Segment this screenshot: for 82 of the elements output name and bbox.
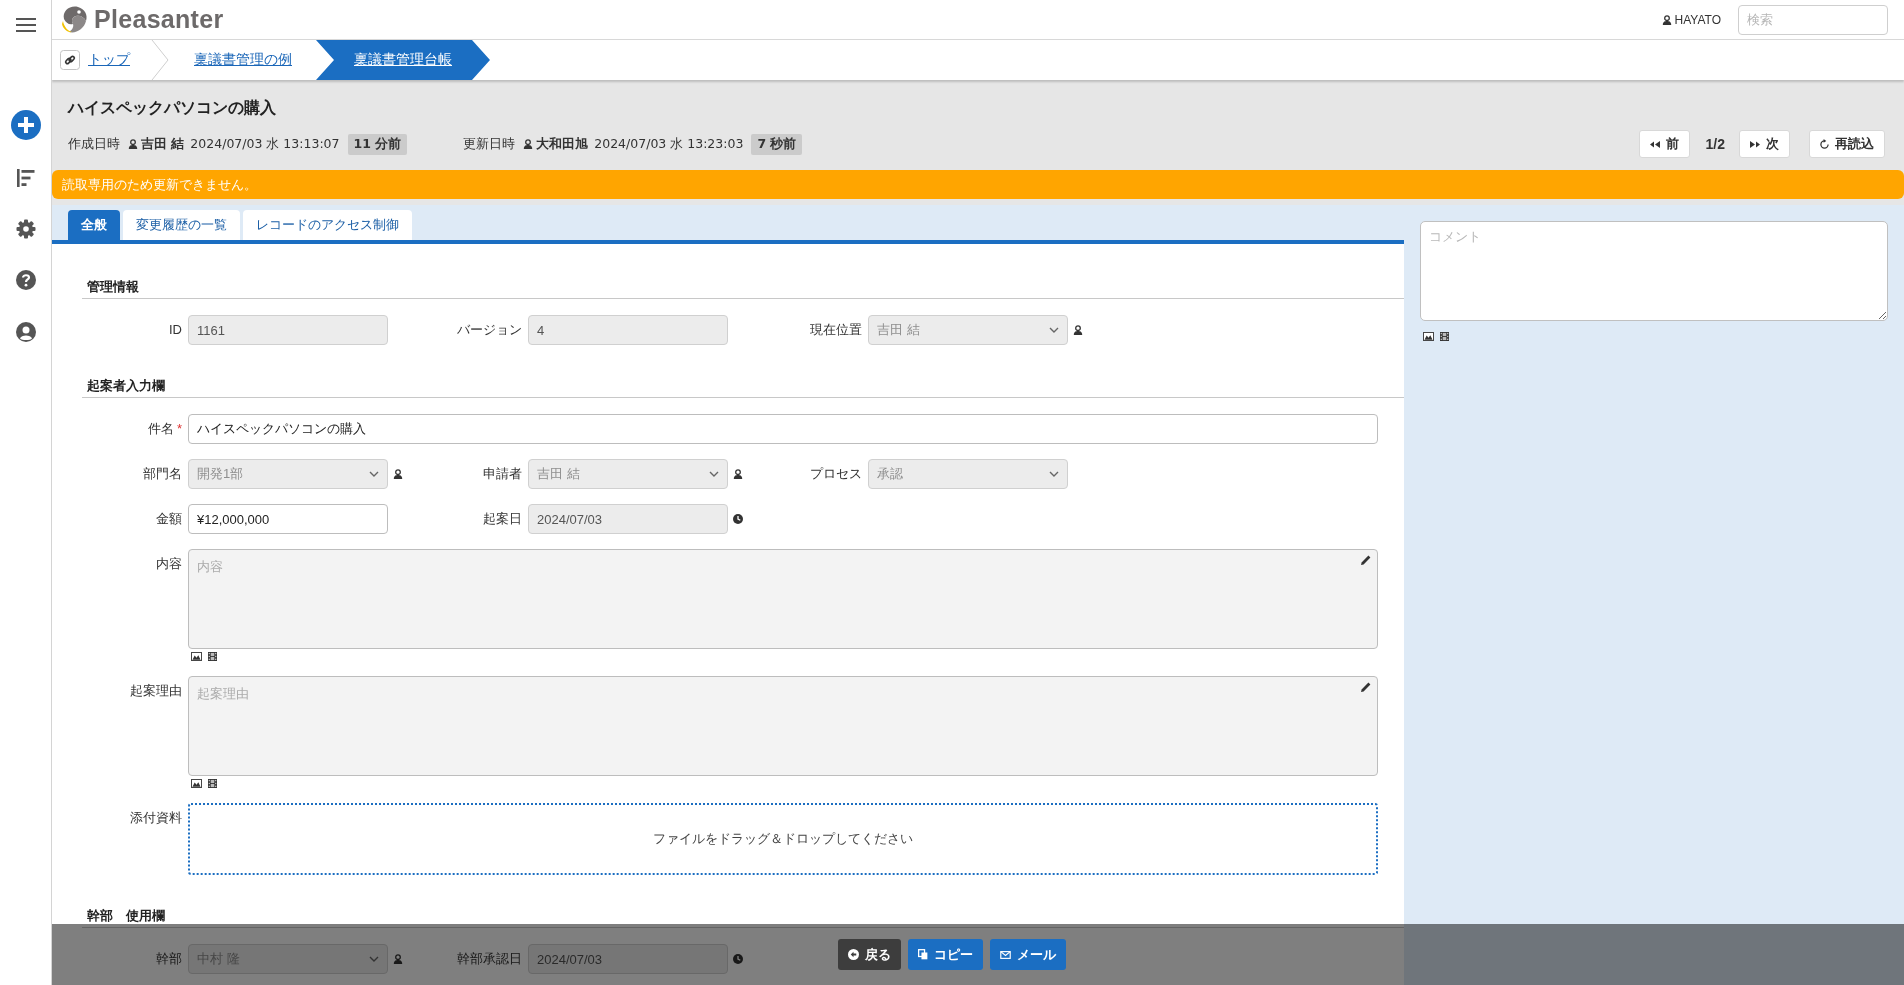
- field-label: 添付資料: [130, 810, 182, 825]
- image-icon[interactable]: [1423, 331, 1434, 341]
- field-label: 部門名: [143, 466, 182, 481]
- app-logo-text[interactable]: Pleasanter: [94, 5, 224, 34]
- section-heading: 起案者入力欄: [82, 377, 1404, 398]
- clock-icon[interactable]: [733, 514, 743, 524]
- record-title: ハイスペックパソコンの購入: [66, 98, 277, 118]
- reload-icon: [1820, 138, 1829, 150]
- required-mark: *: [176, 421, 182, 436]
- text-field[interactable]: ハイスペックパソコンの購入: [188, 414, 1378, 444]
- pencil-icon[interactable]: [1361, 555, 1371, 565]
- breadcrumb-link[interactable]: トップ: [88, 51, 150, 69]
- user-name[interactable]: HAYATO: [1674, 12, 1721, 27]
- previous-button[interactable]: 前: [1638, 130, 1690, 158]
- mail-icon: [1000, 950, 1011, 959]
- timestamp: 2024/07/03 水 13:13:07: [190, 135, 340, 153]
- field-label: 現在位置: [810, 322, 862, 337]
- film-icon[interactable]: [208, 778, 217, 788]
- image-icon[interactable]: [191, 778, 202, 788]
- film-icon[interactable]: [1440, 331, 1449, 341]
- reload-button[interactable]: 再読込: [1809, 130, 1885, 158]
- user-icon[interactable]: [733, 469, 743, 479]
- record-position: 1/2: [1705, 136, 1725, 152]
- image-icon[interactable]: [191, 651, 202, 661]
- film-icon[interactable]: [208, 651, 217, 661]
- breadcrumb-link[interactable]: 稟議書管理台帳: [316, 40, 490, 80]
- double-right-arrow-icon: [1750, 140, 1760, 148]
- settings-icon[interactable]: [15, 219, 36, 239]
- add-icon[interactable]: [10, 110, 41, 140]
- breadcrumb-link[interactable]: 稟議書管理の例: [170, 51, 316, 69]
- back-button[interactable]: 戻る: [838, 939, 901, 970]
- chevron-down-icon: [369, 956, 379, 962]
- pencil-icon[interactable]: [1361, 682, 1371, 692]
- chevron-down-icon: [1049, 327, 1059, 333]
- field-label: 起案日: [483, 511, 522, 526]
- field-label: 起案理由: [130, 683, 182, 698]
- meta-label: 作成日時: [68, 135, 120, 153]
- elapsed-time-badge: 7 秒前: [751, 133, 803, 155]
- field-label: 幹部: [156, 951, 182, 966]
- field-label: 件名: [147, 421, 174, 436]
- user-name: 大和田旭: [536, 135, 589, 153]
- user-icon[interactable]: [1073, 325, 1083, 335]
- field-label: 内容: [156, 556, 182, 571]
- elapsed-time-badge: 11 分前: [347, 133, 408, 155]
- section-heading: 幹部 使用欄: [82, 907, 1404, 928]
- back-arrow-icon: [848, 949, 859, 960]
- section-heading: 管理情報: [82, 278, 1404, 299]
- text-field[interactable]: ¥12,000,000: [188, 504, 388, 534]
- account-icon[interactable]: [15, 322, 36, 342]
- meta-label: 更新日時: [463, 135, 516, 153]
- search-field[interactable]: 検索: [1738, 4, 1888, 35]
- chevron-down-icon: [709, 471, 719, 477]
- user-icon: [1661, 14, 1672, 25]
- chevron-down-icon: [369, 471, 379, 477]
- timestamp: 2024/07/03 水 13:23:03: [594, 135, 744, 153]
- read-only-notice: 読取専用のため更新できません。: [52, 170, 1904, 199]
- menu-icon[interactable]: [15, 18, 36, 32]
- next-button[interactable]: 次: [1739, 130, 1790, 158]
- comment-field[interactable]: コメント: [1420, 221, 1888, 321]
- copy-button[interactable]: コピー: [908, 939, 983, 970]
- double-left-arrow-icon: [1649, 140, 1660, 148]
- tab[interactable]: 変更履歴の一覧: [123, 210, 240, 240]
- user-name: 吉田 結: [141, 135, 185, 153]
- field-label: バージョン: [457, 322, 522, 337]
- tab[interactable]: 全般: [68, 210, 120, 240]
- file-drop-zone[interactable]: ファイルをドラッグ＆ドロップしてください: [188, 803, 1378, 875]
- sort-icon[interactable]: [15, 168, 36, 188]
- help-icon[interactable]: [15, 270, 36, 290]
- field-label: 幹部承認日: [457, 951, 522, 966]
- mail-button[interactable]: メール: [990, 939, 1066, 970]
- user-icon: [523, 139, 534, 149]
- link-icon[interactable]: [60, 50, 80, 70]
- user-icon[interactable]: [393, 469, 403, 479]
- logo-icon[interactable]: [60, 4, 88, 35]
- field-label: ID: [169, 322, 182, 337]
- tab[interactable]: レコードのアクセス制御: [243, 210, 412, 240]
- chevron-down-icon: [1049, 471, 1059, 477]
- field-label: プロセス: [810, 466, 862, 481]
- field-label: 金額: [156, 511, 182, 526]
- user-icon: [128, 139, 138, 149]
- copy-icon: [918, 949, 928, 960]
- field-label: 申請者: [483, 466, 522, 481]
